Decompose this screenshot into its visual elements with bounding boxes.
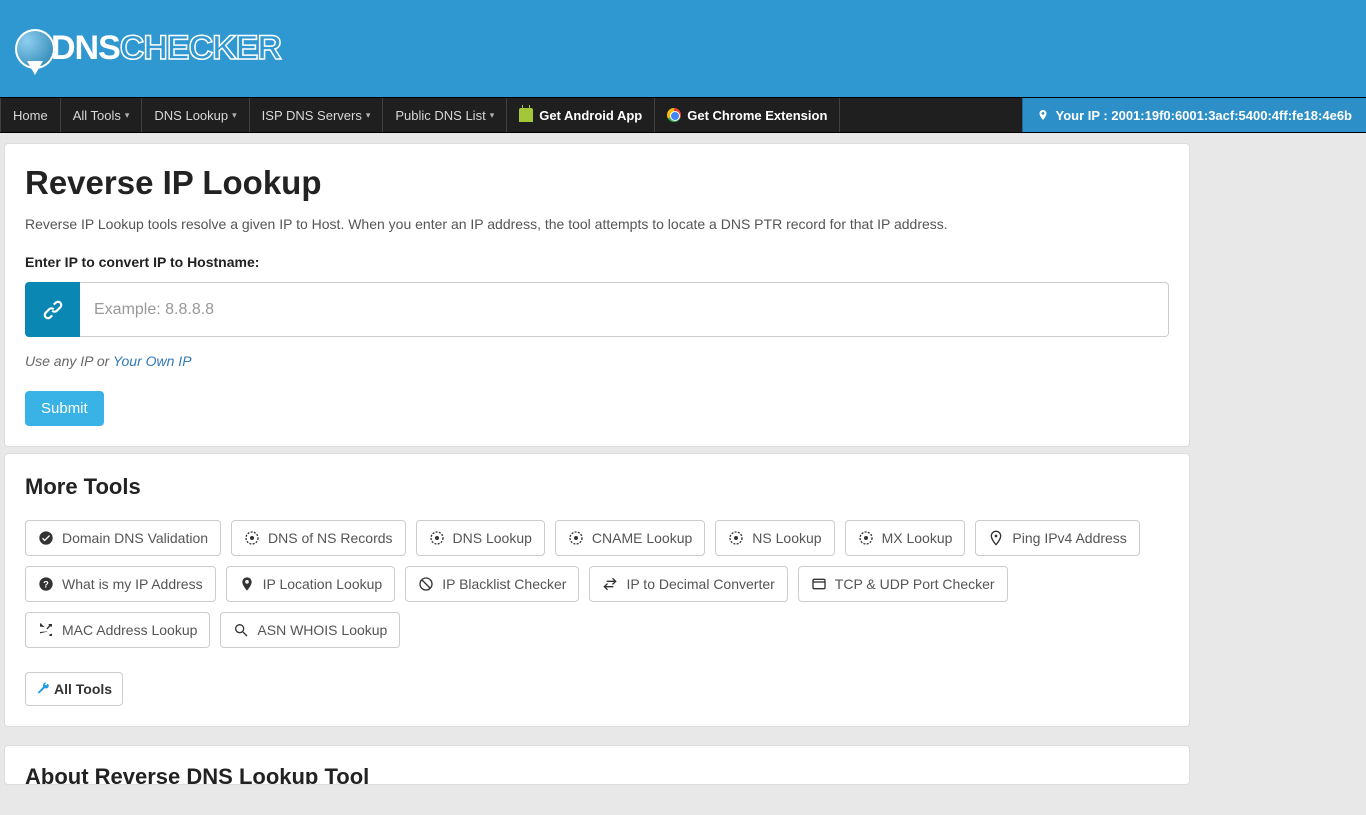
page-description: Reverse IP Lookup tools resolve a given …	[25, 216, 1169, 232]
random-icon	[38, 622, 54, 638]
globe-dns-icon	[728, 530, 744, 546]
tool-dns-lookup[interactable]: DNS Lookup	[416, 520, 545, 556]
swap-icon	[602, 576, 618, 592]
tool-ip-blacklist[interactable]: IP Blacklist Checker	[405, 566, 579, 602]
question-circle-icon: ?	[38, 576, 54, 592]
your-ip-display[interactable]: Your IP : 2001:19f0:6001:3acf:5400:4ff:f…	[1022, 98, 1366, 132]
ip-input-label: Enter IP to convert IP to Hostname:	[25, 254, 1169, 270]
lookup-panel: Reverse IP Lookup Reverse IP Lookup tool…	[4, 143, 1190, 447]
search-icon	[233, 622, 249, 638]
logo-text: DNSCHECKER	[51, 29, 281, 68]
more-tools-title: More Tools	[25, 474, 1169, 500]
nav-public-dns[interactable]: Public DNS List▾	[383, 98, 507, 132]
nav-chrome-ext[interactable]: Get Chrome Extension	[655, 98, 840, 132]
link-icon	[40, 297, 66, 323]
page-title: Reverse IP Lookup	[25, 164, 1169, 202]
ip-helper-text: Use any IP or Your Own IP	[25, 353, 1169, 369]
about-title: About Reverse DNS Lookup Tool	[25, 764, 1169, 785]
tool-cname-lookup[interactable]: CNAME Lookup	[555, 520, 705, 556]
tool-asn-whois[interactable]: ASN WHOIS Lookup	[220, 612, 400, 648]
location-pin-icon	[1037, 108, 1049, 122]
pin-outline-icon	[988, 530, 1004, 546]
tool-mac-lookup[interactable]: MAC Address Lookup	[25, 612, 210, 648]
your-own-ip-link[interactable]: Your Own IP	[113, 353, 192, 369]
globe-dns-icon	[568, 530, 584, 546]
tool-ping-ipv4[interactable]: Ping IPv4 Address	[975, 520, 1139, 556]
tool-ip-location[interactable]: IP Location Lookup	[226, 566, 396, 602]
check-circle-icon	[38, 530, 54, 546]
location-pin-icon	[239, 576, 255, 592]
wrench-icon	[36, 682, 50, 696]
svg-text:?: ?	[43, 579, 49, 589]
tool-domain-dns-validation[interactable]: Domain DNS Validation	[25, 520, 221, 556]
android-icon	[519, 108, 533, 122]
globe-dns-icon	[858, 530, 874, 546]
main-nav: Home All Tools▾ DNS Lookup▾ ISP DNS Serv…	[0, 97, 1366, 133]
chrome-icon	[667, 108, 681, 122]
globe-dns-icon	[244, 530, 260, 546]
window-icon	[811, 576, 827, 592]
submit-button[interactable]: Submit	[25, 391, 104, 426]
more-tools-panel: More Tools Domain DNS Validation DNS of …	[4, 453, 1190, 727]
globe-dns-icon	[429, 530, 445, 546]
nav-dns-lookup[interactable]: DNS Lookup▾	[142, 98, 249, 132]
tool-ns-lookup[interactable]: NS Lookup	[715, 520, 834, 556]
header-banner: DNSCHECKER	[0, 0, 1366, 97]
globe-icon	[15, 29, 55, 69]
site-logo[interactable]: DNSCHECKER	[15, 29, 281, 69]
tool-ip-to-decimal[interactable]: IP to Decimal Converter	[589, 566, 787, 602]
link-icon-addon	[25, 282, 80, 337]
all-tools-button[interactable]: All Tools	[25, 672, 123, 706]
nav-all-tools[interactable]: All Tools▾	[61, 98, 143, 132]
about-panel: About Reverse DNS Lookup Tool	[4, 745, 1190, 785]
tool-port-checker[interactable]: TCP & UDP Port Checker	[798, 566, 1008, 602]
tool-dns-ns-records[interactable]: DNS of NS Records	[231, 520, 405, 556]
ip-input[interactable]	[80, 282, 1169, 337]
tool-mx-lookup[interactable]: MX Lookup	[845, 520, 966, 556]
tool-what-is-my-ip[interactable]: ?What is my IP Address	[25, 566, 216, 602]
nav-home[interactable]: Home	[0, 98, 61, 132]
ban-icon	[418, 576, 434, 592]
nav-isp-dns[interactable]: ISP DNS Servers▾	[250, 98, 384, 132]
nav-android-app[interactable]: Get Android App	[507, 98, 655, 132]
